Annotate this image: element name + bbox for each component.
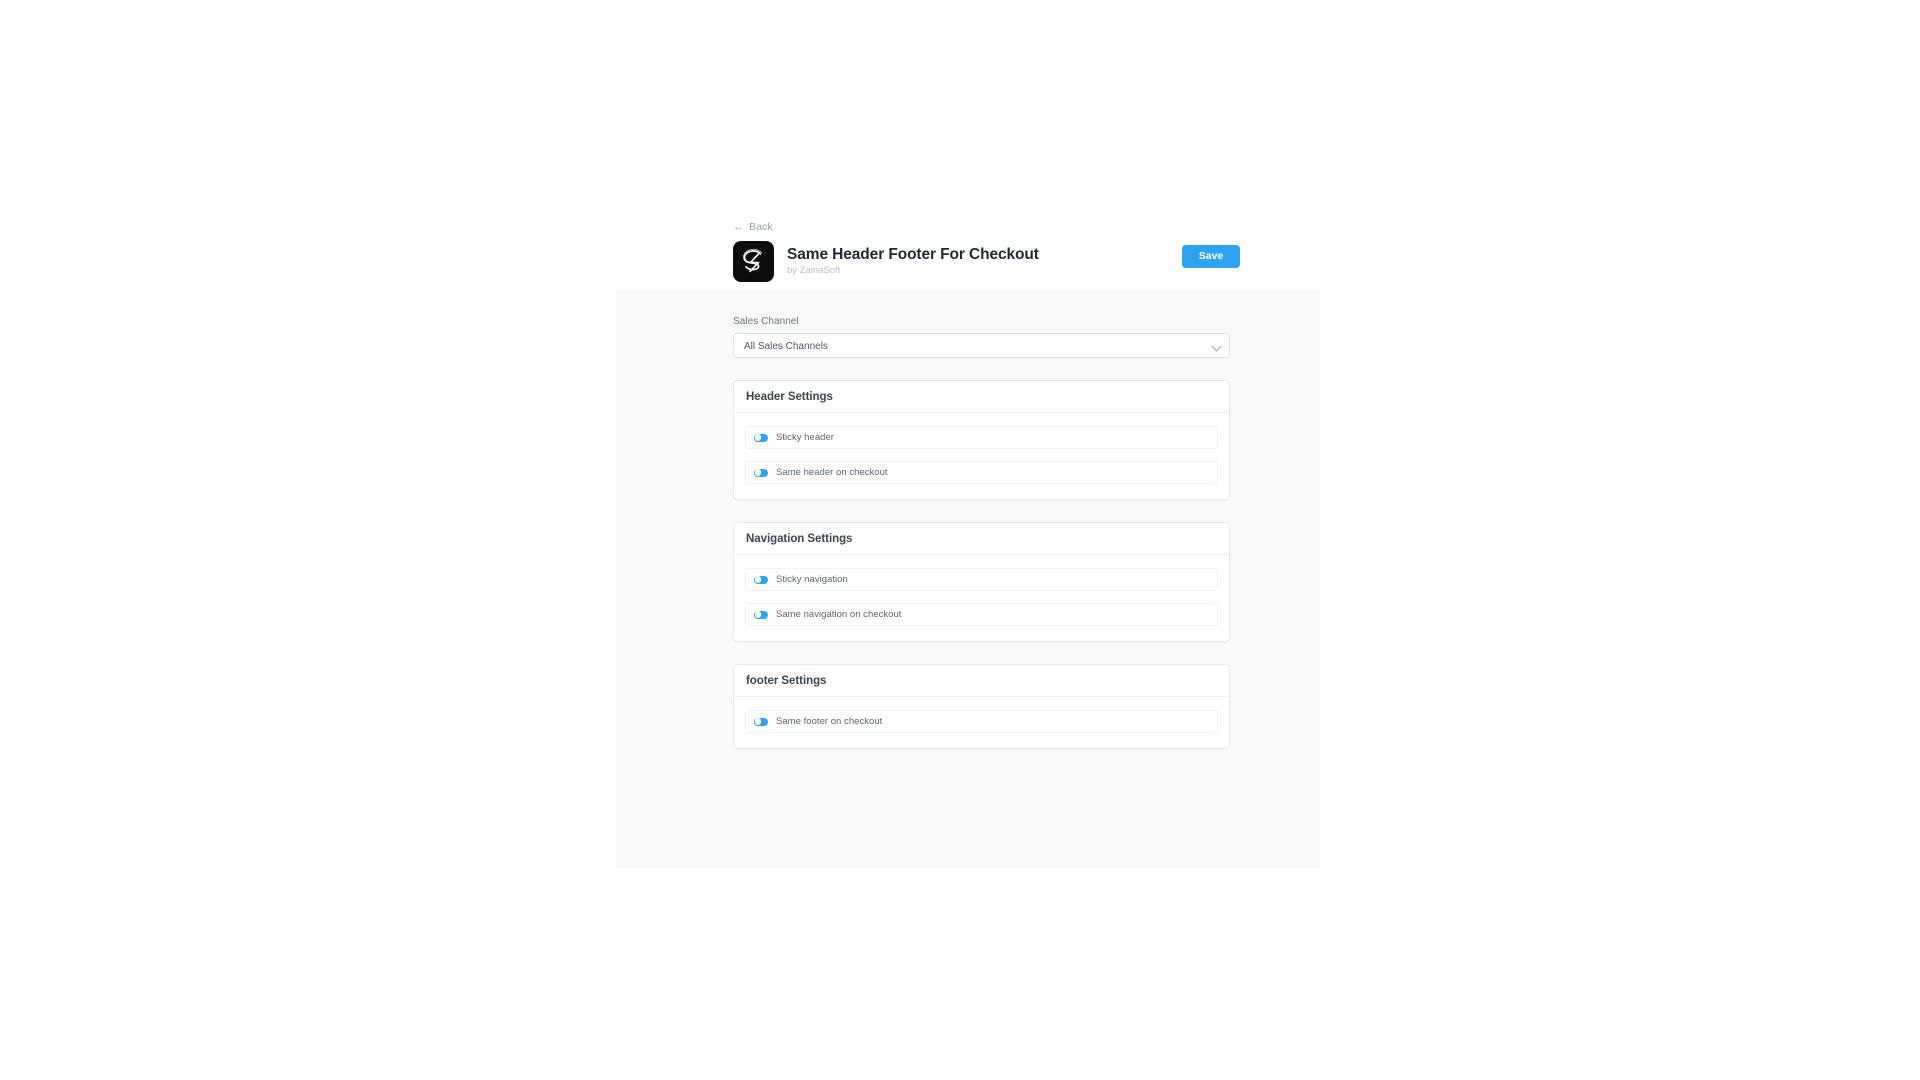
sz-monogram-logo-icon (733, 241, 774, 282)
card-header: Header Settings (734, 381, 1229, 413)
back-link[interactable]: ← Back (733, 221, 773, 233)
app-author: by ZainaSoft (787, 265, 841, 277)
card-navigation-settings: Navigation Settings Sticky navigation Sa… (733, 522, 1230, 642)
toggle-switch-on[interactable] (754, 575, 768, 584)
chevron-down-icon (1211, 341, 1222, 352)
page-header: ← Back Same Header Footer For Checkout b… (0, 0, 1920, 290)
toggle-row[interactable]: Same header on checkout (745, 461, 1218, 484)
card-title: Header Settings (746, 390, 833, 403)
toggle-row[interactable]: Sticky navigation (745, 568, 1218, 591)
sales-channel-label: Sales Channel (733, 316, 799, 327)
card-header-settings: Header Settings Sticky header Same heade… (733, 380, 1230, 500)
card-title: Navigation Settings (746, 532, 853, 545)
page-title: Same Header Footer For Checkout (787, 245, 1039, 263)
toggle-switch-on[interactable] (754, 468, 768, 477)
toggle-label: Same header on checkout (776, 466, 888, 478)
toggle-label: Sticky header (776, 431, 834, 443)
settings-container: Sales Channel All Sales Channels Header … (733, 316, 1230, 749)
save-button[interactable]: Save (1182, 245, 1240, 268)
sales-channel-value: All Sales Channels (744, 341, 828, 352)
toggle-knob (754, 469, 762, 476)
card-body: Sticky navigation Same navigation on che… (734, 555, 1229, 641)
toggle-label: Same navigation on checkout (776, 608, 902, 620)
toggle-switch-on[interactable] (754, 610, 768, 619)
back-link-label: Back (749, 221, 773, 233)
toggle-label: Same footer on checkout (776, 715, 883, 727)
toggle-label: Sticky navigation (776, 573, 848, 585)
card-body: Sticky header Same header on checkout (734, 413, 1229, 499)
toggle-row[interactable]: Same navigation on checkout (745, 603, 1218, 626)
app-identity: Same Header Footer For Checkout by Zaina… (733, 241, 1039, 282)
content-area: Sales Channel All Sales Channels Header … (616, 290, 1320, 868)
card-header: footer Settings (734, 665, 1229, 697)
card-footer-settings: footer Settings Same footer on checkout (733, 664, 1230, 749)
app-title-block: Same Header Footer For Checkout by Zaina… (787, 246, 1039, 278)
card-header: Navigation Settings (734, 523, 1229, 555)
sales-channel-select[interactable]: All Sales Channels (733, 333, 1230, 358)
toggle-knob (754, 611, 762, 618)
toggle-row[interactable]: Same footer on checkout (745, 710, 1218, 733)
app-root: ← Back Same Header Footer For Checkout b… (0, 0, 1920, 1080)
toggle-knob (754, 718, 762, 725)
toggle-knob (754, 576, 762, 583)
arrow-left-icon: ← (733, 220, 745, 233)
toggle-knob (754, 434, 762, 441)
card-body: Same footer on checkout (734, 697, 1229, 748)
toggle-switch-on[interactable] (754, 433, 768, 442)
toggle-switch-on[interactable] (754, 717, 768, 726)
toggle-row[interactable]: Sticky header (745, 426, 1218, 449)
card-title: footer Settings (746, 674, 827, 687)
